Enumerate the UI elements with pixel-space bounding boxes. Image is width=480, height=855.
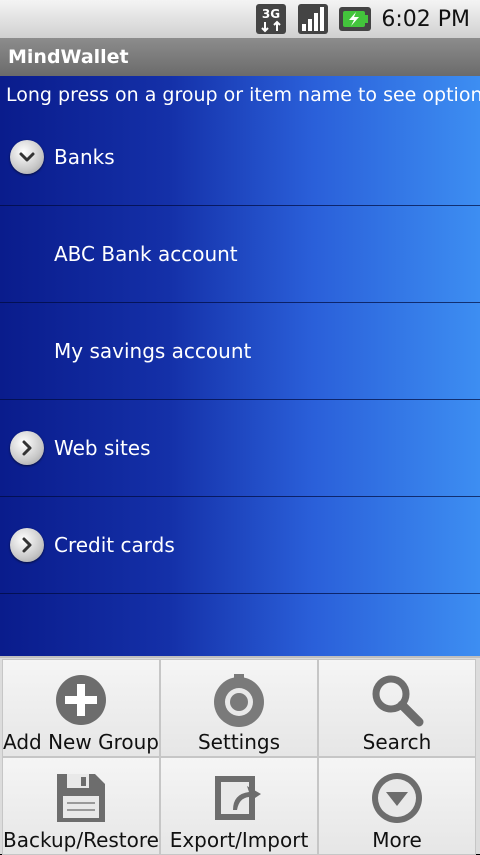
group-row-banks[interactable]: Banks	[0, 109, 480, 206]
svg-text:3G: 3G	[262, 7, 280, 21]
item-row-abc-bank[interactable]: ABC Bank account	[0, 206, 480, 303]
group-row-web-sites[interactable]: Web sites	[0, 400, 480, 497]
menu-label: Backup/Restore	[3, 828, 159, 852]
title-bar: MindWallet	[0, 38, 480, 76]
settings-icon	[211, 672, 267, 728]
save-icon	[53, 770, 109, 826]
add-new-group-button[interactable]: Add New Group	[2, 659, 160, 757]
more-button[interactable]: More	[318, 757, 476, 855]
network-3g-icon: 3G	[255, 3, 287, 35]
menu-label: Settings	[197, 730, 281, 754]
options-menu: Add New Group Settings Search Backup/Res…	[0, 656, 480, 855]
clock: 6:02 PM	[381, 6, 470, 32]
search-button[interactable]: Search	[318, 659, 476, 757]
export-import-button[interactable]: Export/Import	[160, 757, 318, 855]
chevron-down-icon[interactable]	[10, 140, 44, 174]
menu-label: Search	[362, 730, 432, 754]
status-bar: 3G 6:02 PM	[0, 0, 480, 38]
menu-label: More	[372, 828, 422, 852]
export-icon	[211, 770, 267, 826]
item-label: ABC Bank account	[54, 242, 238, 266]
menu-label: Add New Group	[3, 730, 159, 754]
chevron-right-icon[interactable]	[10, 431, 44, 465]
menu-label: Export/Import	[169, 828, 309, 852]
group-row-credit-cards[interactable]: Credit cards	[0, 497, 480, 594]
search-icon	[369, 672, 425, 728]
chevron-right-icon[interactable]	[10, 528, 44, 562]
group-label: Web sites	[54, 436, 151, 460]
add-icon	[53, 672, 109, 728]
more-icon	[369, 770, 425, 826]
item-row-savings[interactable]: My savings account	[0, 303, 480, 400]
group-label: Credit cards	[54, 533, 175, 557]
signal-icon	[297, 3, 329, 35]
item-label: My savings account	[54, 339, 252, 363]
content-area: Long press on a group or item name to se…	[0, 76, 480, 656]
battery-charging-icon	[339, 7, 372, 31]
group-label: Banks	[54, 145, 115, 169]
hint-text: Long press on a group or item name to se…	[6, 84, 480, 106]
backup-restore-button[interactable]: Backup/Restore	[2, 757, 160, 855]
settings-button[interactable]: Settings	[160, 659, 318, 757]
app-title: MindWallet	[8, 46, 129, 68]
